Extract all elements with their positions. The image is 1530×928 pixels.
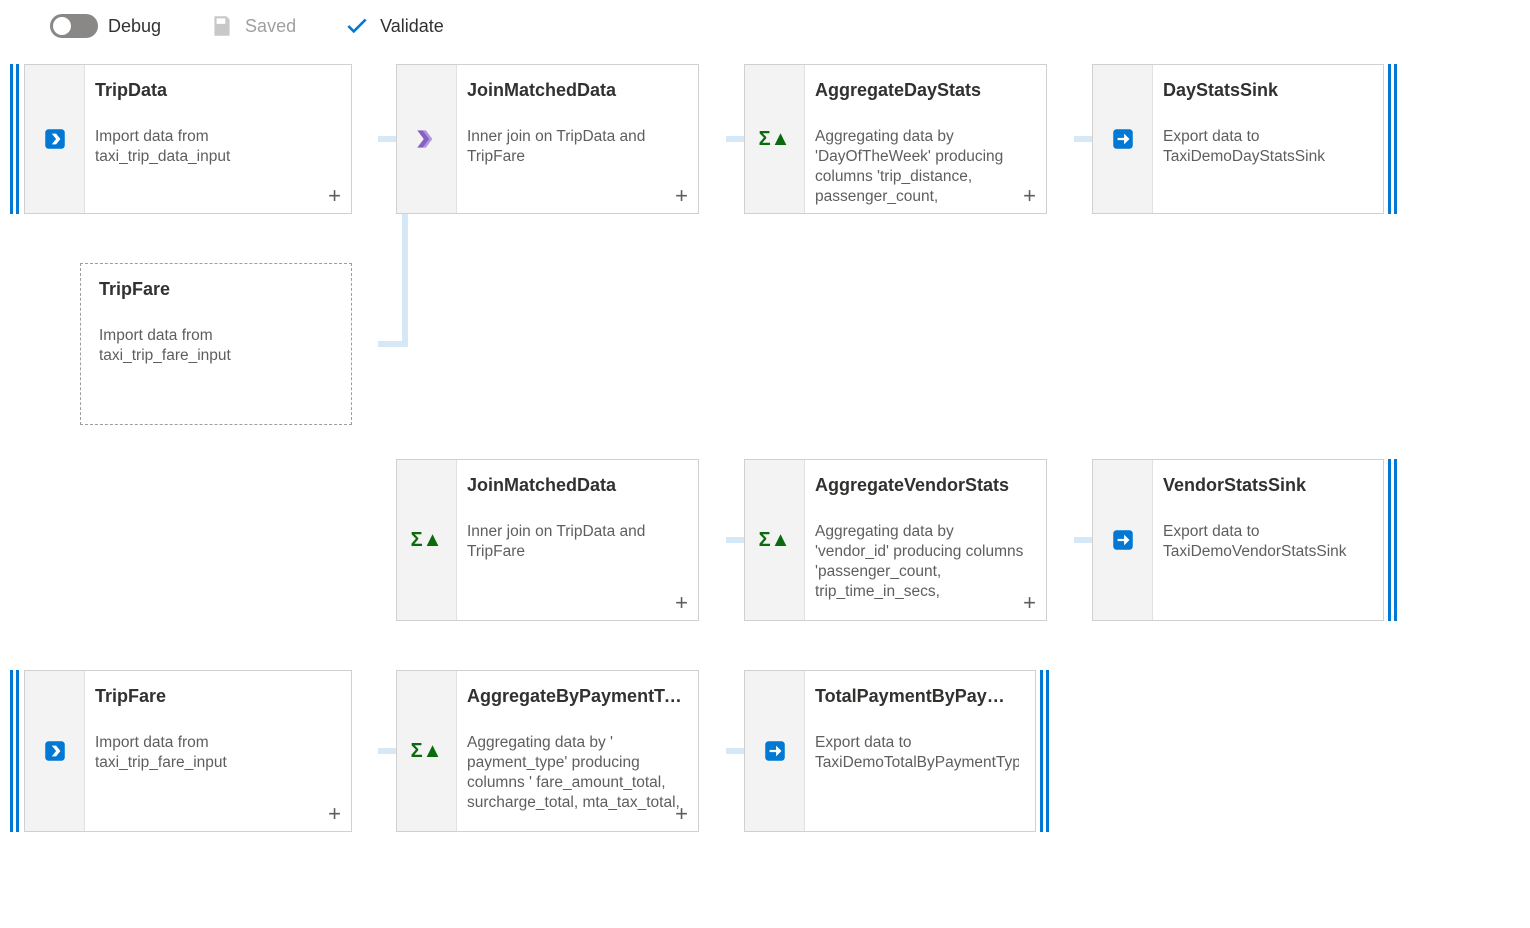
node-arrow [699,64,727,214]
node-icon-col: Σ▲ [397,671,457,831]
node-icon-col [25,671,85,831]
add-branch-button[interactable]: + [675,803,688,825]
saved-label: Saved [245,16,296,37]
add-branch-button[interactable]: + [1023,592,1036,614]
node-icon-col [25,65,85,213]
node-tripdata[interactable]: TripData Import data from taxi_trip_data… [24,64,352,214]
add-branch-button[interactable]: + [328,185,341,207]
node-arrow [1047,459,1075,621]
source-icon [42,738,68,764]
node-arrow [699,670,727,832]
node-tripfare-ref[interactable]: TripFare Import data from taxi_trip_fare… [80,263,352,425]
node-title: TripFare [99,278,335,300]
connector [726,537,744,543]
sink-icon [762,738,788,764]
node-desc: Aggregating data by ' payment_type' prod… [467,733,682,813]
add-branch-button[interactable]: + [675,185,688,207]
node-agg-payment[interactable]: Σ▲ AggregateByPaymentTy... Aggregating d… [396,670,699,832]
node-desc: Aggregating data by 'DayOfTheWeek' produ… [815,127,1030,207]
node-title: JoinMatchedData [467,79,682,101]
check-icon [344,13,370,39]
node-join-1[interactable]: JoinMatchedData Inner join on TripData a… [396,64,699,214]
sink-icon [1110,126,1136,152]
aggregate-icon: Σ▲ [759,128,791,151]
node-join-2[interactable]: Σ▲ JoinMatchedData Inner join on TripDat… [396,459,699,621]
connector [726,136,744,142]
node-desc: Export data to TaxiDemoTotalByPaymentTyp… [815,733,1019,773]
node-arrow [1047,64,1075,214]
add-branch-button[interactable]: + [675,592,688,614]
node-title: AggregateByPaymentTy... [467,685,682,707]
node-desc: Import data from taxi_trip_data_input [95,127,335,167]
node-tripfare-source[interactable]: TripFare Import data from taxi_trip_fare… [24,670,352,832]
node-title: AggregateVendorStats [815,474,1030,496]
node-title: VendorStatsSink [1163,474,1367,496]
join-icon [414,126,440,152]
aggregate-icon: Σ▲ [411,529,443,552]
node-arrow [352,670,380,832]
node-icon-col: Σ▲ [745,65,805,213]
node-arrow [699,459,727,621]
validate-label: Validate [380,16,444,37]
node-icon-col: Σ▲ [745,460,805,620]
toolbar: Debug Saved Validate [50,6,444,46]
sink-endpoint-bars [1388,64,1398,214]
add-branch-button[interactable]: + [1023,185,1036,207]
sink-icon [1110,527,1136,553]
connector [402,214,408,347]
validate-button[interactable]: Validate [344,13,444,39]
source-endpoint-bars [10,64,20,214]
node-icon-col [397,65,457,213]
node-agg-day[interactable]: Σ▲ AggregateDayStats Aggregating data by… [744,64,1047,214]
node-desc: Export data to TaxiDemoDayStatsSink [1163,127,1367,167]
node-desc: Inner join on TripData and TripFare [467,522,682,562]
connector [726,748,744,754]
connector [378,748,396,754]
node-icon-col [1093,65,1153,213]
node-vendor-sink[interactable]: VendorStatsSink Export data to TaxiDemoV… [1092,459,1384,621]
node-agg-vendor[interactable]: Σ▲ AggregateVendorStats Aggregating data… [744,459,1047,621]
node-desc: Aggregating data by 'vendor_id' producin… [815,522,1030,602]
node-title: TripData [95,79,335,101]
node-day-sink[interactable]: DayStatsSink Export data to TaxiDemoDayS… [1092,64,1384,214]
source-icon [42,126,68,152]
debug-toggle[interactable] [50,14,98,38]
node-desc: Inner join on TripData and TripFare [467,127,682,167]
node-arrow [352,64,380,214]
node-title: DayStatsSink [1163,79,1367,101]
add-branch-button[interactable]: + [328,803,341,825]
node-desc: Import data from taxi_trip_fare_input [99,326,335,366]
node-icon-col [745,671,805,831]
sink-endpoint-bars [1040,670,1050,832]
node-icon-col: Σ▲ [397,460,457,620]
source-endpoint-bars [10,670,20,832]
aggregate-icon: Σ▲ [411,740,443,763]
node-arrow [352,263,380,425]
node-title: TripFare [95,685,335,707]
connector [1074,136,1092,142]
node-title: AggregateDayStats [815,79,1030,101]
node-payment-sink[interactable]: TotalPaymentByPaymen... Export data to T… [744,670,1036,832]
node-title: TotalPaymentByPaymen... [815,685,1019,707]
connector [1074,537,1092,543]
debug-label: Debug [108,16,161,37]
node-desc: Export data to TaxiDemoVendorStatsSink [1163,522,1367,562]
save-icon [209,13,235,39]
connector [378,136,396,142]
debug-toggle-item[interactable]: Debug [50,14,161,38]
node-title: JoinMatchedData [467,474,682,496]
aggregate-icon: Σ▲ [759,529,791,552]
sink-endpoint-bars [1388,459,1398,621]
node-icon-col [1093,460,1153,620]
saved-button[interactable]: Saved [209,13,296,39]
node-desc: Import data from taxi_trip_fare_input [95,733,335,773]
